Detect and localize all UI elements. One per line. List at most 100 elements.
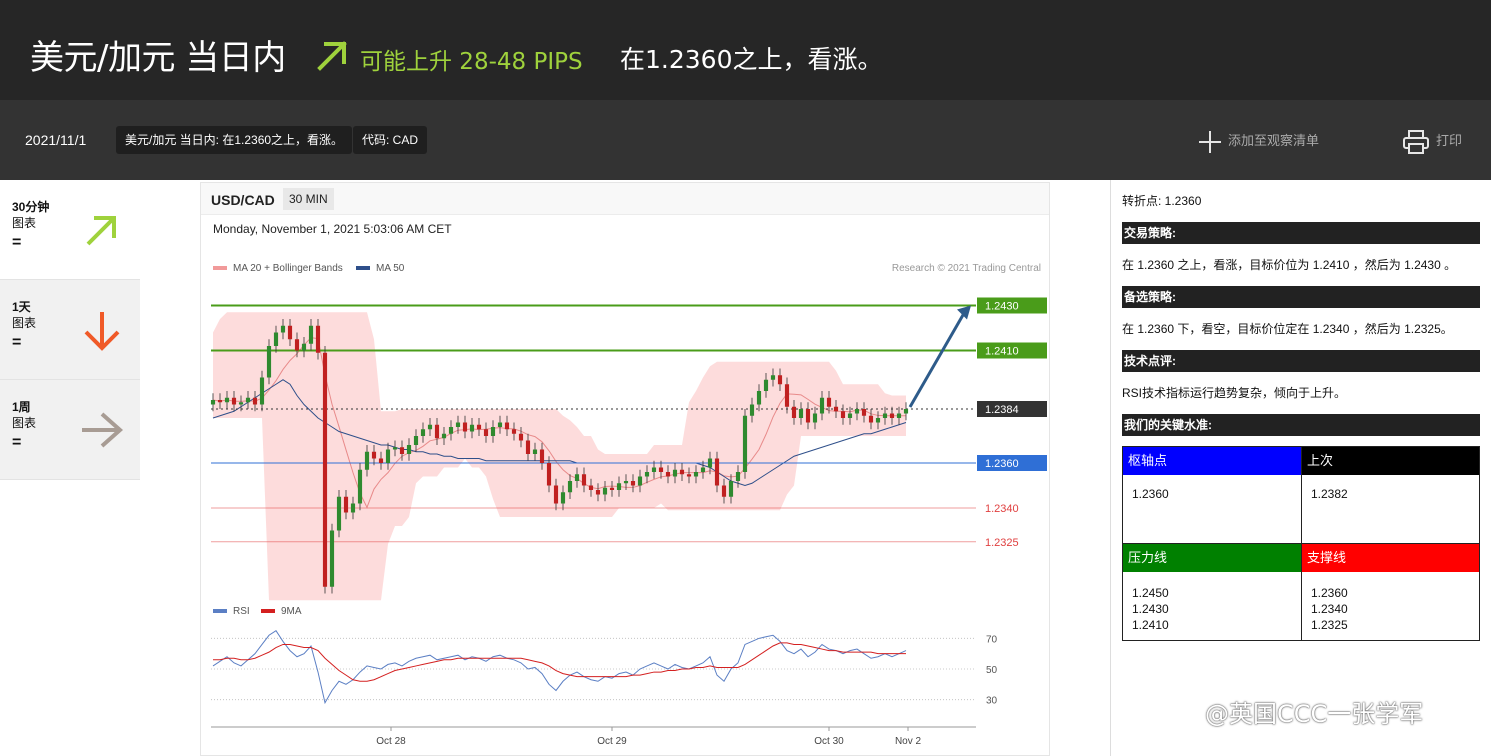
- candle-body: [259, 377, 265, 405]
- candle-body: [441, 433, 447, 439]
- price-level-label: 1.2360: [985, 458, 1019, 470]
- title-tag[interactable]: 美元/加元 当日内: 在1.2360之上，看涨。: [116, 126, 353, 154]
- candle-body: [357, 469, 363, 504]
- printer-icon: [1403, 129, 1429, 154]
- add-watchlist-button[interactable]: 添加至观察清单: [1198, 128, 1319, 154]
- candle-body: [238, 402, 244, 405]
- resistance-values: 1.2450 1.2430 1.2410: [1123, 585, 1169, 633]
- candle-body: [812, 413, 818, 423]
- candle-body: [833, 406, 839, 412]
- candle-body: [329, 530, 335, 587]
- candle-body: [511, 429, 517, 434]
- timeframe-sidebar: 30分钟 图表 = 1天 图表 = 1周 图表 =: [0, 180, 140, 482]
- candle-body: [343, 496, 349, 513]
- legend-ma20-label: MA 20 + Bollinger Bands: [233, 263, 343, 274]
- sidebar-item-1day[interactable]: 1天 图表 =: [0, 280, 140, 380]
- sub-toolbar: 2021/11/1 美元/加元 当日内: 在1.2360之上，看涨。 代码: C…: [0, 100, 1491, 180]
- rsi-tick-label: 30: [986, 696, 998, 707]
- chart-timeframe[interactable]: 30 MIN: [283, 188, 334, 210]
- candle-body: [490, 427, 496, 436]
- candle-body: [707, 458, 713, 468]
- candle-body: [210, 400, 216, 405]
- sidebar-item-1week[interactable]: 1周 图表 =: [0, 380, 140, 480]
- chart-timestamp: Monday, November 1, 2021 5:03:06 AM CET: [213, 222, 452, 236]
- candle-body: [427, 424, 433, 430]
- candle-body: [287, 325, 293, 340]
- chart-header: USD/CAD 30 MIN: [201, 183, 1049, 215]
- pivot-header: 枢轴点: [1123, 447, 1301, 475]
- candle-body: [581, 474, 587, 486]
- rsi-tick-label: 70: [986, 634, 998, 645]
- candle-body: [721, 485, 727, 497]
- resistance-value: 1.2410: [1132, 618, 1169, 632]
- candle-body: [294, 339, 300, 351]
- print-button[interactable]: 打印: [1402, 128, 1462, 154]
- candle-body: [378, 458, 384, 463]
- candle-body: [602, 487, 608, 495]
- candle-body: [546, 463, 552, 486]
- candle-body: [700, 467, 706, 472]
- candle-body: [770, 375, 776, 380]
- candle-body: [504, 422, 510, 430]
- candle-body: [644, 472, 650, 477]
- candle-body: [266, 346, 272, 378]
- candle-body: [693, 472, 699, 477]
- pivot-text: 转折点: 1.2360: [1122, 194, 1202, 208]
- candle-body: [686, 474, 692, 477]
- table-divider: [1123, 543, 1479, 544]
- price-chart: MA 20 + Bollinger Bands MA 50 Research © 2…: [210, 263, 1047, 747]
- legend-rsi-label: RSI: [233, 606, 250, 617]
- alt-strategy-text: 在 1.2360 下，看空，目标价位定在 1.2340 ，然后为 1.2325。: [1122, 322, 1453, 336]
- sidebar-item-30min[interactable]: 30分钟 图表 =: [0, 180, 140, 280]
- candle-body: [273, 332, 279, 346]
- arrow-down-icon: [84, 312, 120, 351]
- candle-body: [728, 481, 734, 497]
- candle-body: [665, 472, 671, 477]
- sidebar-item-eq: =: [12, 434, 22, 451]
- candle-body: [777, 375, 783, 385]
- candle-body: [756, 391, 762, 405]
- rsi-tick-label: 50: [986, 665, 998, 676]
- candle-body: [861, 409, 867, 416]
- candle-body: [609, 487, 615, 490]
- candle-body: [553, 485, 559, 504]
- candle-body: [763, 379, 769, 391]
- code-tag[interactable]: 代码: CAD: [353, 126, 428, 154]
- rsi-9ma-line: [213, 642, 906, 682]
- candle-body: [805, 409, 811, 423]
- candle-body: [455, 422, 461, 427]
- price-level-label: 1.2430: [985, 301, 1019, 313]
- arrow-up-right-icon: [317, 41, 347, 71]
- rsi-line: [212, 629, 907, 705]
- candle-body: [651, 467, 657, 472]
- candle-body: [448, 427, 454, 434]
- sidebar-item-eq: =: [12, 234, 22, 251]
- x-tick-label: Oct 30: [814, 736, 844, 747]
- sidebar-item-eq: =: [12, 334, 22, 351]
- candle-body: [574, 474, 580, 481]
- candle-body: [616, 483, 622, 490]
- candle-body: [819, 397, 825, 414]
- arrow-right-icon: [82, 412, 124, 448]
- candle-body: [539, 449, 545, 463]
- candle-body: [252, 397, 258, 405]
- candle-body: [462, 422, 468, 432]
- forecast-arrow: [908, 310, 967, 408]
- candle-body: [749, 404, 755, 416]
- candle-body: [406, 445, 412, 454]
- legend-ma50-label: MA 50: [376, 263, 405, 274]
- x-tick-label: Oct 29: [597, 736, 627, 747]
- candle-body: [399, 447, 405, 454]
- alt-strategy-title: 备选策略:: [1122, 286, 1480, 308]
- candle-body: [245, 397, 251, 403]
- page-header: 美元/加元 当日内 可能上升 28-48 PIPS 在1.2360之上，看涨。: [0, 0, 1491, 100]
- last-value: 1.2382: [1311, 487, 1348, 501]
- candle-body: [840, 411, 846, 418]
- candle-body: [875, 418, 881, 423]
- strategy-title: 交易策略:: [1122, 222, 1480, 244]
- candle-body: [854, 409, 860, 414]
- candle-body: [889, 413, 895, 418]
- chart-panel: MA 20 + Bollinger Bands MA 50 Research © 2…: [200, 182, 1050, 756]
- support-value: 1.2340: [1311, 602, 1348, 616]
- candle-body: [350, 503, 356, 513]
